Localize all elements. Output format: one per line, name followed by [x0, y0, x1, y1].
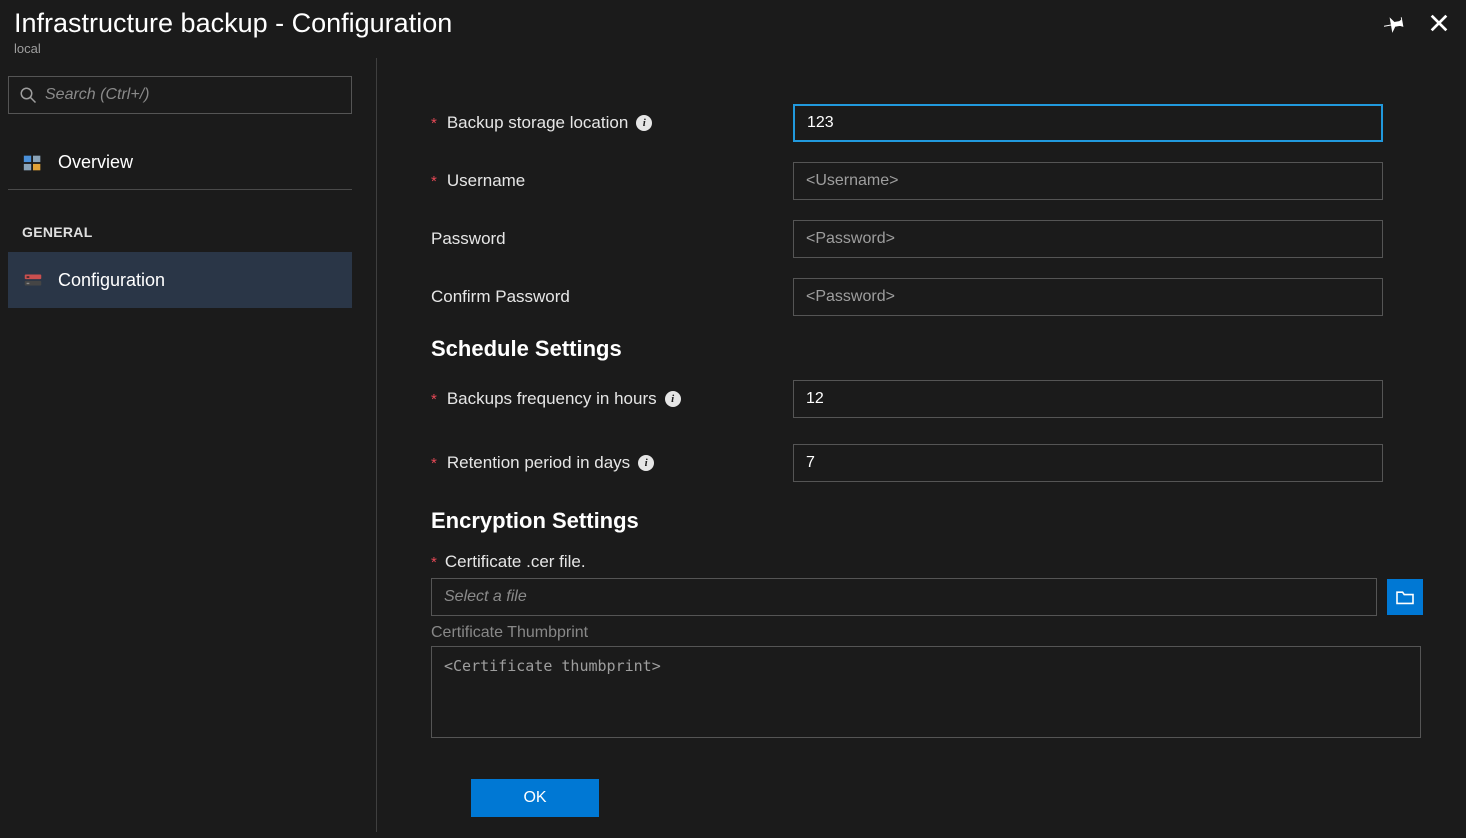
- label-text: Confirm Password: [431, 287, 570, 307]
- header: Infrastructure backup - Configuration lo…: [0, 0, 1466, 58]
- sidebar-item-configuration[interactable]: Configuration: [8, 252, 352, 308]
- input-username[interactable]: [793, 162, 1383, 200]
- browse-file-button[interactable]: [1387, 579, 1423, 615]
- label-text: Password: [431, 229, 506, 249]
- row-retention: * Retention period in days i: [395, 444, 1442, 482]
- search-input[interactable]: [45, 86, 341, 104]
- label-text: Backup storage location: [447, 113, 628, 133]
- vertical-divider: [376, 58, 377, 832]
- search-box[interactable]: [8, 76, 352, 114]
- label-storage-location: * Backup storage location i: [395, 113, 793, 133]
- heading-schedule-settings: Schedule Settings: [431, 336, 1442, 362]
- row-confirm-password: Confirm Password: [395, 278, 1442, 316]
- main-form: * Backup storage location i * Username P…: [395, 58, 1466, 832]
- page-subtitle: local: [14, 41, 1452, 56]
- pin-icon: [1384, 12, 1406, 34]
- input-confirm-password[interactable]: [793, 278, 1383, 316]
- close-button[interactable]: [1426, 10, 1452, 36]
- label-text: Retention period in days: [447, 453, 630, 473]
- required-marker: *: [431, 455, 437, 472]
- overview-icon: [22, 152, 44, 174]
- required-marker: *: [431, 173, 437, 190]
- row-frequency: * Backups frequency in hours i: [395, 380, 1442, 418]
- sidebar-item-label: Configuration: [58, 270, 165, 291]
- close-icon: [1428, 12, 1450, 34]
- info-icon[interactable]: i: [638, 455, 654, 471]
- input-storage-location[interactable]: [793, 104, 1383, 142]
- required-marker: *: [431, 554, 437, 571]
- row-password: Password: [395, 220, 1442, 258]
- required-marker: *: [431, 391, 437, 408]
- label-text: Username: [447, 171, 525, 191]
- label-thumbprint: Certificate Thumbprint: [431, 624, 1442, 642]
- input-frequency[interactable]: [793, 380, 1383, 418]
- input-thumbprint[interactable]: [431, 646, 1421, 738]
- label-text: Backups frequency in hours: [447, 389, 657, 409]
- sidebar-item-label: Overview: [58, 152, 133, 173]
- required-marker: *: [431, 115, 437, 132]
- sidebar-section-general: GENERAL: [22, 224, 354, 240]
- label-retention: * Retention period in days i: [395, 453, 793, 473]
- info-icon[interactable]: i: [636, 115, 652, 131]
- input-password[interactable]: [793, 220, 1383, 258]
- search-icon: [19, 86, 37, 104]
- label-certificate: * Certificate .cer file.: [431, 552, 1442, 572]
- ok-button[interactable]: OK: [471, 779, 599, 817]
- label-password: Password: [395, 229, 793, 249]
- sidebar-item-overview[interactable]: Overview: [8, 136, 352, 190]
- sidebar: Overview GENERAL Configuration: [0, 58, 354, 832]
- heading-encryption-settings: Encryption Settings: [431, 508, 1442, 534]
- label-username: * Username: [395, 171, 793, 191]
- input-retention[interactable]: [793, 444, 1383, 482]
- label-text: Certificate .cer file.: [445, 552, 586, 572]
- row-storage-location: * Backup storage location i: [395, 104, 1442, 142]
- configuration-icon: [22, 269, 44, 291]
- pin-button[interactable]: [1382, 10, 1408, 36]
- info-icon[interactable]: i: [665, 391, 681, 407]
- row-certificate: [431, 578, 1442, 616]
- folder-icon: [1395, 589, 1415, 605]
- header-actions: [1382, 10, 1452, 36]
- input-certificate-file[interactable]: [431, 578, 1377, 616]
- label-frequency: * Backups frequency in hours i: [395, 389, 793, 409]
- row-username: * Username: [395, 162, 1442, 200]
- page-title: Infrastructure backup - Configuration: [14, 8, 1452, 39]
- label-confirm-password: Confirm Password: [395, 287, 793, 307]
